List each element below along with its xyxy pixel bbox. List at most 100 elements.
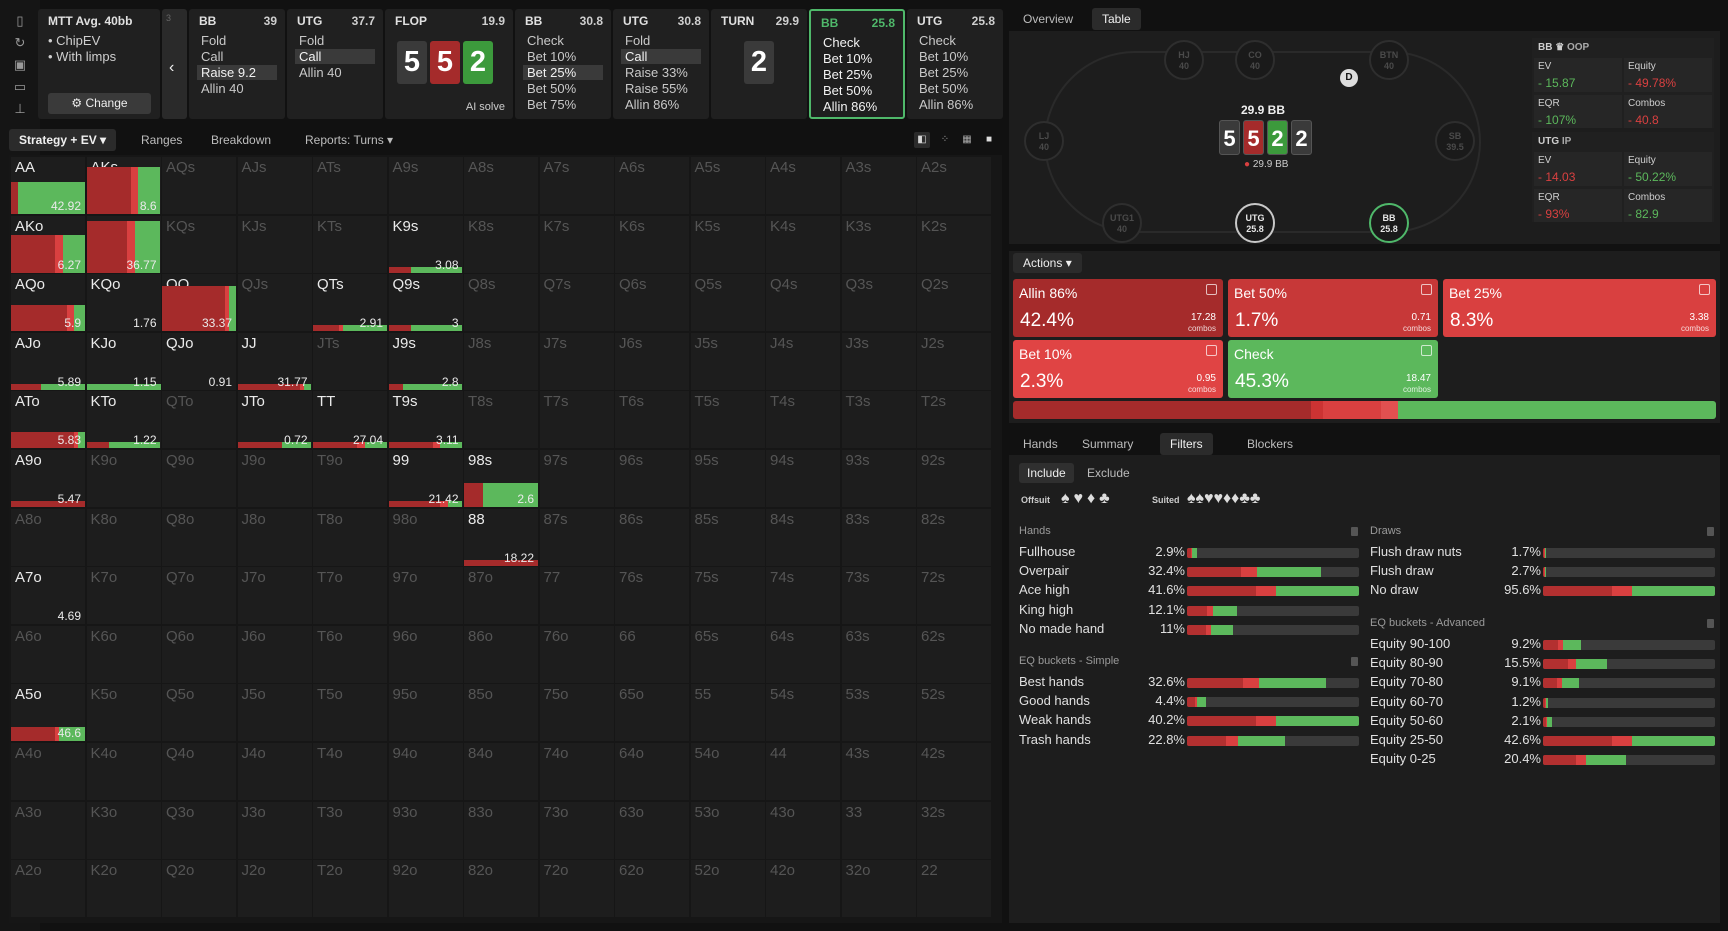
- node-action[interactable]: Bet 10%: [523, 49, 603, 64]
- hand-cell[interactable]: K5o: [86, 684, 161, 742]
- exclude-toggle[interactable]: Exclude: [1079, 463, 1138, 483]
- node-action[interactable]: Bet 25%: [523, 65, 603, 80]
- tab-overview[interactable]: Overview: [1013, 8, 1083, 30]
- hand-cell[interactable]: T6s: [615, 391, 689, 449]
- hand-cell[interactable]: A3o: [11, 801, 85, 859]
- include-toggle[interactable]: Include: [1019, 463, 1074, 483]
- hand-cell[interactable]: A5s: [690, 157, 765, 214]
- filter-row[interactable]: Flush draw 2.7%: [1370, 563, 1715, 580]
- hand-cell[interactable]: J8s: [464, 332, 538, 390]
- section-collapse-icon[interactable]: [1351, 527, 1358, 536]
- hand-cell[interactable]: J9s 2.8: [388, 332, 463, 390]
- hand-cell[interactable]: Q9o: [162, 450, 236, 507]
- node-action[interactable]: Allin 86%: [915, 97, 995, 112]
- hand-cell[interactable]: 96o: [388, 625, 463, 683]
- action-node-4[interactable]: UTG 30.8 Fold Call Raise 33% Raise 55% Allin 8…: [613, 9, 709, 119]
- hand-cell[interactable]: K3s: [841, 215, 916, 273]
- action-box-4[interactable]: Check 45.3% 18.47 combos: [1228, 340, 1438, 398]
- hand-cell[interactable]: AJs: [237, 157, 312, 214]
- hand-cell[interactable]: Q9s 3: [388, 274, 463, 332]
- view-split-icon[interactable]: ◧: [914, 132, 930, 148]
- hand-cell[interactable]: JJ 31.77: [237, 332, 312, 390]
- hand-cell[interactable]: Q3s: [841, 274, 916, 332]
- hand-cell[interactable]: 63s: [841, 625, 916, 683]
- action-node-1[interactable]: UTG 37.7 Fold Call Allin 40: [287, 9, 383, 119]
- hand-cell[interactable]: 92s: [917, 450, 991, 507]
- node-action[interactable]: Check: [915, 33, 995, 48]
- hand-cell[interactable]: AA 42.92: [11, 157, 85, 214]
- hand-cell[interactable]: A4o: [11, 743, 85, 800]
- history-icon[interactable]: ↻: [11, 34, 29, 52]
- hand-cell[interactable]: Q8s: [464, 274, 538, 332]
- hand-cell[interactable]: K3o: [86, 801, 161, 859]
- filter-icon[interactable]: ⊥: [11, 100, 29, 118]
- hand-cell[interactable]: 73s: [841, 567, 916, 625]
- tab-hands[interactable]: Hands: [1013, 433, 1068, 455]
- seat-sb[interactable]: SB 39.5: [1435, 121, 1475, 161]
- hand-cell[interactable]: 52s: [917, 684, 991, 742]
- hand-cell[interactable]: 82o: [464, 860, 538, 918]
- hand-cell[interactable]: J7o: [237, 567, 312, 625]
- hand-cell[interactable]: K6s: [615, 215, 689, 273]
- filter-row[interactable]: Fullhouse 2.9%: [1019, 544, 1359, 561]
- hand-cell[interactable]: K7o: [86, 567, 161, 625]
- hand-cell[interactable]: 86s: [615, 508, 689, 566]
- node-action[interactable]: Allin 40: [197, 81, 277, 96]
- hand-cell[interactable]: A5o 46.6: [11, 684, 85, 742]
- bookmark-icon[interactable]: ▯: [11, 12, 29, 30]
- hand-cell[interactable]: 63o: [615, 801, 689, 859]
- node-action[interactable]: Allin 40: [295, 65, 375, 80]
- hand-cell[interactable]: 72s: [917, 567, 991, 625]
- tab-breakdown[interactable]: Breakdown: [201, 129, 281, 151]
- seat-utg[interactable]: UTG 25.8: [1235, 203, 1275, 243]
- hand-cell[interactable]: 65o: [615, 684, 689, 742]
- hand-cell[interactable]: A2s: [917, 157, 991, 214]
- filter-row[interactable]: No draw 95.6%: [1370, 582, 1715, 599]
- node-action[interactable]: Allin 86%: [621, 97, 701, 112]
- section-collapse-icon[interactable]: [1707, 619, 1714, 628]
- hand-cell[interactable]: KTs: [313, 215, 387, 273]
- hand-cell[interactable]: 96s: [615, 450, 689, 507]
- node-action[interactable]: Call: [197, 49, 277, 64]
- hand-cell[interactable]: 52o: [690, 860, 765, 918]
- hand-cell[interactable]: QTo: [162, 391, 236, 449]
- hand-cell[interactable]: T8o: [313, 508, 387, 566]
- hand-cell[interactable]: ATo 5.83: [11, 391, 85, 449]
- hand-cell[interactable]: 76o: [539, 625, 614, 683]
- tab-blockers[interactable]: Blockers: [1237, 433, 1303, 455]
- hand-cell[interactable]: 99 21.42: [388, 450, 463, 507]
- hand-cell[interactable]: 54o: [690, 743, 765, 800]
- node-action[interactable]: Check: [523, 33, 603, 48]
- tab-ranges[interactable]: Ranges: [131, 129, 192, 151]
- hand-cell[interactable]: 93o: [388, 801, 463, 859]
- hand-cell[interactable]: ATs: [313, 157, 387, 214]
- hand-cell[interactable]: 33: [841, 801, 916, 859]
- hand-cell[interactable]: 73o: [539, 801, 614, 859]
- hand-cell[interactable]: 74s: [766, 567, 840, 625]
- hand-cell[interactable]: J2o: [237, 860, 312, 918]
- filter-row[interactable]: Equity 25-50 42.6%: [1370, 732, 1715, 749]
- filter-row[interactable]: Equity 90-100 9.2%: [1370, 636, 1715, 653]
- hand-cell[interactable]: AJo 5.89: [11, 332, 85, 390]
- node-action[interactable]: Check: [819, 35, 899, 50]
- node-action[interactable]: Bet 50%: [819, 83, 899, 98]
- node-action[interactable]: Fold: [295, 33, 375, 48]
- view-grid-icon[interactable]: ▦: [959, 132, 975, 148]
- hand-cell[interactable]: 75o: [539, 684, 614, 742]
- hand-cell[interactable]: AQo 5.9: [11, 274, 85, 332]
- hand-cell[interactable]: A9o 5.47: [11, 450, 85, 507]
- offsuit-suit-icons[interactable]: ♠♥♦♣: [1061, 490, 1114, 508]
- hand-cell[interactable]: 87o: [464, 567, 538, 625]
- hand-cell[interactable]: 83s: [841, 508, 916, 566]
- hand-cell[interactable]: 95s: [690, 450, 765, 507]
- change-button[interactable]: ⚙ Change: [48, 93, 151, 114]
- action-box-3[interactable]: Bet 10% 2.3% 0.95 combos: [1013, 340, 1223, 398]
- suited-suit-icons[interactable]: ♠♠♥♥♦♦♣♣: [1187, 490, 1260, 508]
- hand-cell[interactable]: 77: [539, 567, 614, 625]
- action-node-0[interactable]: BB 39 Fold Call Raise 9.2 Allin 40: [189, 9, 285, 119]
- filter-row[interactable]: Overpair 32.4%: [1019, 563, 1359, 580]
- hand-cell[interactable]: 42s: [917, 743, 991, 800]
- hand-cell[interactable]: 84s: [766, 508, 840, 566]
- hand-cell[interactable]: 85s: [690, 508, 765, 566]
- hand-cell[interactable]: Q7o: [162, 567, 236, 625]
